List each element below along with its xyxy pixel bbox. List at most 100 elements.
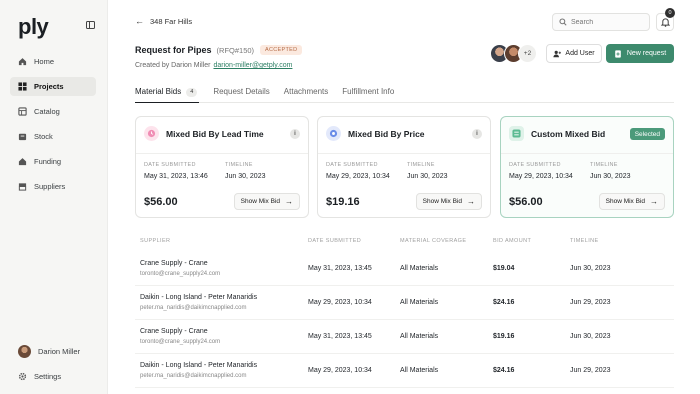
clock-icon	[144, 126, 159, 141]
tab-label: Material Bids	[135, 87, 182, 96]
avatar	[18, 345, 31, 358]
sidebar-item-label: Settings	[34, 372, 62, 381]
more-collaborators-badge: +2	[518, 44, 537, 63]
bid-amount: $24.16	[493, 367, 515, 374]
material-coverage: All Materials	[400, 333, 439, 340]
home-icon	[18, 58, 27, 66]
supplier-name: Daikin - Long Island - Peter Manaridis	[140, 294, 258, 301]
arrow-right-icon: →	[467, 197, 475, 206]
timeline-value: Jun 30, 2023	[590, 173, 631, 180]
date-submitted: May 29, 2023, 10:34	[308, 367, 372, 374]
sidebar-item-stock[interactable]: Stock	[10, 127, 96, 146]
arrow-right-icon: →	[285, 197, 293, 206]
sidebar: ply Home Projects Catalog Stock Funding …	[0, 0, 108, 394]
add-user-icon	[553, 50, 562, 57]
bid-card-price[interactable]: Mixed Bid By Price i DATE SUBMITTED TIME…	[317, 116, 491, 218]
page-header: Request for Pipes (RFQ#150) ACCEPTED	[135, 45, 303, 55]
button-label: Show Mix Bid	[605, 198, 645, 205]
date-submitted: May 31, 2023, 13:45	[308, 265, 372, 272]
date-submitted-value: May 29, 2023, 10:34	[509, 173, 573, 180]
target-icon	[326, 126, 341, 141]
search-box[interactable]	[552, 13, 650, 31]
app-logo[interactable]: ply	[18, 14, 49, 40]
bid-card-custom[interactable]: Custom Mixed Bid Selected DATE SUBMITTED…	[500, 116, 674, 218]
custom-mix-icon	[509, 126, 524, 141]
sidebar-item-label: Catalog	[34, 107, 60, 116]
rfq-number: (RFQ#150)	[216, 45, 255, 55]
selected-badge: Selected	[629, 128, 665, 140]
info-icon[interactable]: i	[472, 129, 482, 139]
sidebar-item-projects[interactable]: Projects	[10, 77, 96, 96]
bid-price: $19.16	[326, 196, 360, 208]
show-mix-bid-button[interactable]: Show Mix Bid →	[598, 193, 665, 210]
show-mix-bid-button[interactable]: Show Mix Bid →	[415, 193, 482, 210]
add-user-button[interactable]: Add User	[546, 44, 602, 63]
tab-attachments[interactable]: Attachments	[284, 84, 328, 103]
table-row[interactable]: Daikin - Long Island - Peter Manaridis p…	[135, 286, 674, 320]
bid-price: $56.00	[144, 196, 178, 208]
date-submitted: May 31, 2023, 13:45	[308, 333, 372, 340]
suppliers-icon	[18, 183, 27, 191]
sidebar-item-settings[interactable]: Settings	[10, 367, 96, 386]
date-submitted-label: DATE SUBMITTED	[326, 162, 378, 168]
notification-count-badge: 0	[665, 8, 675, 18]
arrow-left-icon: ←	[135, 16, 144, 26]
table-row[interactable]: Crane Supply - Crane toronto@crane_suppl…	[135, 320, 674, 354]
collaborators[interactable]: +2	[490, 44, 537, 63]
sidebar-item-label: Stock	[34, 132, 53, 141]
tab-material-bids[interactable]: Material Bids 4	[135, 84, 200, 103]
button-label: Show Mix Bid	[240, 198, 280, 205]
card-header: Mixed Bid By Lead Time	[144, 126, 264, 141]
column-header-supplier: SUPPLIER	[140, 238, 171, 244]
bid-card-lead-time[interactable]: Mixed Bid By Lead Time i DATE SUBMITTED …	[135, 116, 309, 218]
new-request-button[interactable]: New request	[606, 44, 674, 63]
sidebar-item-label: Home	[34, 57, 55, 66]
sidebar-item-catalog[interactable]: Catalog	[10, 102, 96, 121]
table-row[interactable]: Crane Supply - Crane toronto@crane_suppl…	[135, 252, 674, 286]
bid-price: $56.00	[509, 196, 543, 208]
divider	[318, 153, 490, 154]
user-profile[interactable]: Darion Miller	[10, 342, 96, 361]
creator-email-link[interactable]: darion-miller@getply.com	[213, 62, 292, 69]
tab-fulfillment-info[interactable]: Fulfillment Info	[342, 84, 394, 103]
document-plus-icon	[615, 49, 621, 58]
sidebar-item-suppliers[interactable]: Suppliers	[10, 177, 96, 196]
tab-label: Fulfillment Info	[342, 87, 395, 96]
card-header: Mixed Bid By Price	[326, 126, 425, 141]
tab-count-badge: 4	[186, 88, 198, 97]
divider	[136, 153, 308, 154]
back-link[interactable]: ← 348 Far Hills	[135, 16, 192, 26]
date-submitted: May 29, 2023, 10:34	[308, 299, 372, 306]
bid-amount: $19.16	[493, 333, 515, 340]
material-coverage: All Materials	[400, 265, 439, 272]
status-badge: ACCEPTED	[260, 45, 303, 55]
divider	[501, 153, 673, 154]
timeline-value: Jun 30, 2023	[225, 173, 266, 180]
column-header-coverage: MATERIAL COVERAGE	[400, 238, 467, 244]
material-coverage: All Materials	[400, 299, 439, 306]
grid-icon	[18, 82, 27, 91]
show-mix-bid-button[interactable]: Show Mix Bid →	[233, 193, 300, 210]
bid-amount: $24.16	[493, 299, 515, 306]
column-header-amount: BID AMOUNT	[493, 238, 532, 244]
date-submitted-value: May 29, 2023, 10:34	[326, 173, 390, 180]
sidebar-footer: Darion Miller Settings	[10, 342, 96, 392]
tab-request-details[interactable]: Request Details	[213, 84, 269, 103]
sidebar-item-label: Projects	[34, 82, 64, 91]
bid-amount: $19.04	[493, 265, 515, 272]
arrow-right-icon: →	[650, 197, 658, 206]
info-icon[interactable]: i	[290, 129, 300, 139]
column-header-timeline: TIMELINE	[570, 238, 599, 244]
tab-bar: Material Bids 4 Request Details Attachme…	[135, 84, 674, 103]
sidebar-item-label: Suppliers	[34, 182, 66, 191]
tab-label: Request Details	[213, 87, 270, 96]
sidebar-item-funding[interactable]: Funding	[10, 152, 96, 171]
table-row[interactable]: Daikin - Long Island - Peter Manaridis p…	[135, 354, 674, 388]
search-icon	[559, 18, 567, 26]
sidebar-item-home[interactable]: Home	[10, 52, 96, 71]
card-title: Mixed Bid By Lead Time	[166, 128, 264, 139]
search-input[interactable]	[571, 18, 641, 26]
card-title: Mixed Bid By Price	[348, 128, 425, 139]
sidebar-item-label: Funding	[34, 157, 62, 166]
sidebar-toggle-icon[interactable]	[86, 21, 95, 29]
